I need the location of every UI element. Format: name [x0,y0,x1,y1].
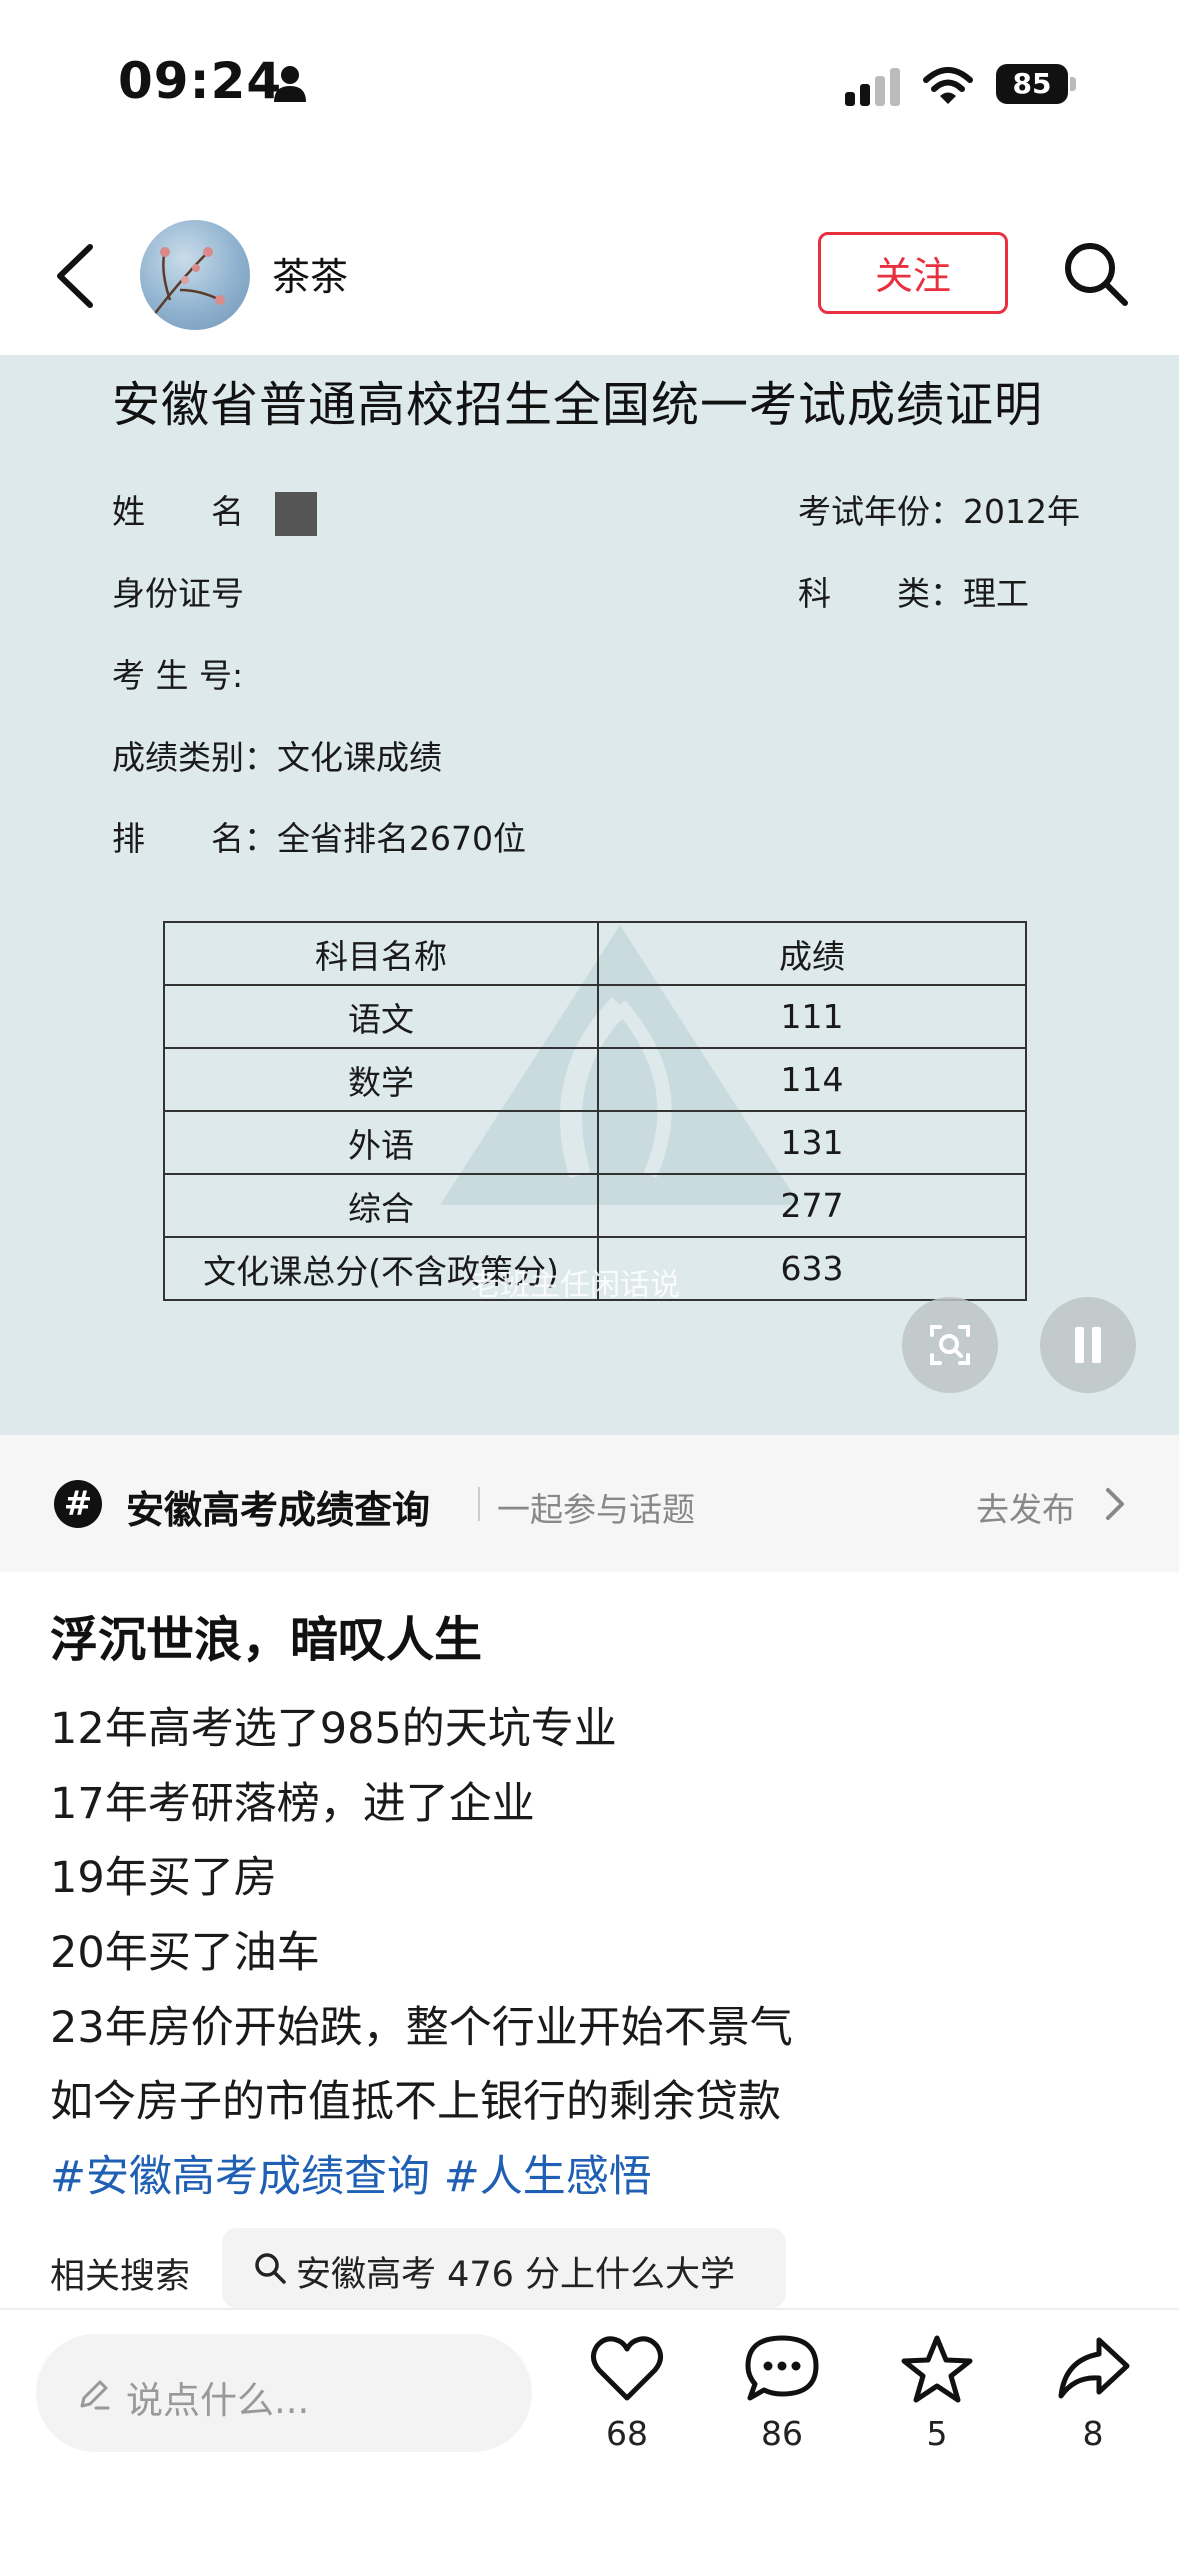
post-to-topic-link[interactable]: 去发布 [976,1483,1075,1531]
search-icon[interactable] [1062,240,1130,308]
search-icon [255,2253,286,2284]
avatar[interactable] [140,220,250,330]
favorite-count: 5 [926,2414,948,2453]
table-row: 综合 277 [163,1173,1027,1238]
score-type: 成绩类别：文化课成绩 [112,738,442,777]
ocr-button[interactable] [902,1297,998,1393]
comment-count: 86 [761,2414,803,2453]
rank: 排 名：全省排名2670位 [112,819,526,858]
wifi-icon [923,67,973,104]
subject-type: 科 类：理工 [798,574,1029,613]
battery-level: 85 [1012,67,1052,100]
score-cell: 111 [597,984,1027,1049]
post-line: 17年考研落榜，进了企业 [50,1779,535,1829]
username[interactable]: 茶茶 [272,246,348,301]
exam-number-label: 考 生 号: [112,656,244,695]
related-search-label: 相关搜索 [50,2257,191,2297]
post-line: 如今房子的市值抵不上银行的剩余贷款 [50,2077,781,2127]
subject-cell: 语文 [163,984,599,1049]
subject-cell: 外语 [163,1110,599,1175]
post-line: 12年高考选了985的天坑专业 [50,1704,617,1754]
comment-button[interactable]: 86 [727,2334,837,2474]
favorite-button[interactable]: 5 [882,2334,992,2474]
table-row: 数学 114 [163,1047,1027,1112]
scan-text-icon [930,1325,970,1365]
hashtag-icon: # [54,1480,102,1528]
subject-cell: 数学 [163,1047,599,1112]
pause-icon [1075,1327,1084,1363]
pencil-icon [80,2380,110,2410]
battery-indicator: 85 [996,64,1078,108]
follow-button[interactable]: 关注 [818,232,1008,314]
divider [0,2308,1179,2310]
post-line: 23年房价开始跌，整个行业开始不景气 [50,2003,793,2053]
join-topic-label: 一起参与话题 [497,1490,695,1529]
table-row: 语文 111 [163,984,1027,1049]
person-icon [274,66,306,102]
score-table: 科目名称 成绩 语文 111 数学 114 外语 131 综合 277 文化课总… [163,921,1027,1301]
topic-bar[interactable]: # 安徽高考成绩查询 一起参与话题 去发布 [0,1435,1179,1572]
share-count: 8 [1082,2414,1104,2453]
score-cell: 277 [597,1173,1027,1238]
chevron-right-icon[interactable] [1104,1487,1126,1521]
signal-icon [845,68,900,106]
post-image[interactable]: 安徽省普通高校招生全国统一考试成绩证明 姓 名 身份证号 考 生 号: 成绩类别… [0,355,1179,1435]
pause-icon-bar [1092,1327,1101,1363]
comment-bubble-icon [745,2335,819,2401]
comment-input[interactable]: 说点什么... [36,2334,532,2452]
pause-button[interactable] [1040,1297,1136,1393]
back-icon[interactable] [52,243,98,309]
star-icon [901,2335,973,2403]
watermark-text: 老班主任闲话说 [470,1268,680,1303]
post-line: 20年买了油车 [50,1928,320,1978]
share-arrow-icon [1058,2337,1130,2399]
name-label: 姓 名 [112,492,244,531]
table-header: 科目名称 [163,921,599,986]
post-title: 浮沉世浪，暗叹人生 [50,1612,483,1668]
status-time: 09:24 [118,52,283,110]
post-hashtags[interactable]: #安徽高考成绩查询 #人生感悟 [50,2142,652,2204]
score-cell: 114 [597,1047,1027,1112]
id-label: 身份证号 [112,574,244,613]
divider [478,1487,480,1521]
table-header-row: 科目名称 成绩 [163,921,1027,986]
share-button[interactable]: 8 [1038,2334,1148,2474]
table-header: 成绩 [597,921,1027,986]
related-search-chip[interactable]: 安徽高考 476 分上什么大学 [222,2228,786,2308]
like-button[interactable]: 68 [572,2334,682,2474]
comment-placeholder: 说点什么... [126,2379,310,2422]
score-cell: 131 [597,1110,1027,1175]
like-count: 68 [606,2414,648,2453]
post-line: 19年买了房 [50,1853,277,1903]
table-row: 外语 131 [163,1110,1027,1175]
exam-year: 考试年份：2012年 [798,492,1080,531]
redacted-name [275,492,317,536]
heart-icon [591,2336,663,2401]
subject-cell: 综合 [163,1173,599,1238]
related-search-text: 安徽高考 476 分上什么大学 [296,2255,736,2295]
topic-name[interactable]: 安徽高考成绩查询 [126,1479,430,1534]
document-title: 安徽省普通高校招生全国统一考试成绩证明 [112,377,1044,433]
